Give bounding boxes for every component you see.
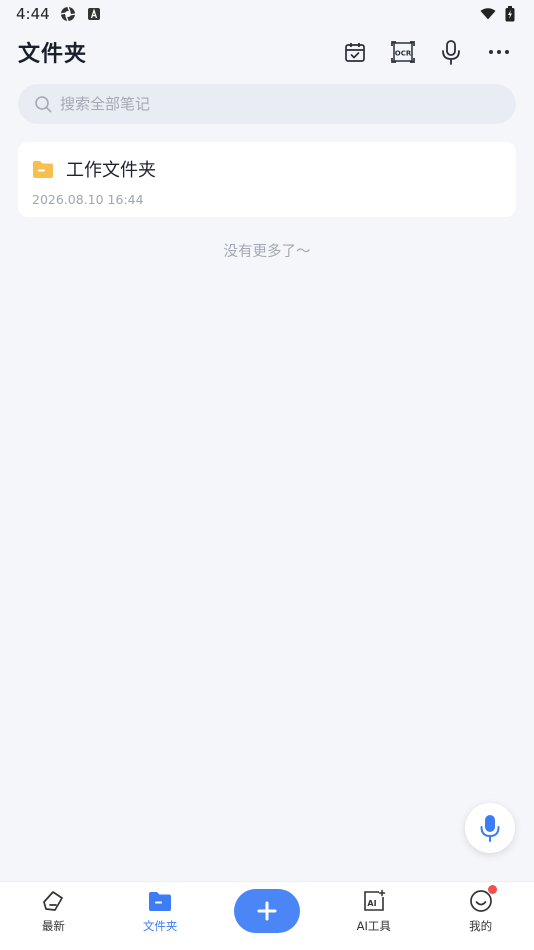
search-bar[interactable] (18, 84, 516, 124)
wifi-icon (480, 6, 496, 22)
calendar-button[interactable] (340, 37, 370, 67)
tag-icon (40, 888, 66, 914)
battery-icon (502, 6, 518, 22)
nav-folders[interactable]: 文件夹 (110, 888, 210, 934)
folder-icon (147, 888, 173, 914)
search-icon (35, 96, 52, 113)
folder-header: 工作文件夹 (32, 156, 502, 182)
ocr-button[interactable]: OCR (388, 37, 418, 67)
more-button[interactable] (484, 37, 514, 67)
voice-button[interactable] (436, 37, 466, 67)
notification-dot (487, 885, 497, 894)
svg-text:AI: AI (367, 899, 376, 908)
add-button[interactable] (233, 889, 300, 933)
nav-add[interactable] (217, 888, 317, 933)
status-time: 4:44 (16, 5, 50, 23)
microphone-icon (480, 815, 500, 842)
microphone-icon (442, 40, 460, 65)
nav-mine[interactable]: 我的 (431, 885, 531, 934)
svg-text:OCR: OCR (395, 50, 412, 58)
more-dots-icon (489, 50, 509, 54)
nav-recent[interactable]: 最新 (3, 888, 103, 934)
a-box-icon (86, 6, 102, 22)
nav-ai-tools-label: AI工具 (356, 919, 391, 933)
header-actions: OCR (340, 37, 516, 67)
ai-icon: AI (361, 888, 387, 914)
search-input[interactable] (60, 95, 500, 113)
bottom-nav: 最新 文件夹 AI AI工具 我的 (0, 881, 534, 950)
nav-recent-label: 最新 (41, 919, 65, 933)
calendar-icon (345, 43, 365, 62)
status-bar: 4:44 (0, 0, 534, 28)
folder-icon (33, 160, 53, 178)
page-title: 文件夹 (18, 42, 88, 67)
nav-folders-label: 文件夹 (142, 919, 178, 933)
smiley-icon (468, 885, 497, 914)
aperture-icon (60, 6, 76, 22)
ocr-icon: OCR (391, 41, 415, 63)
folder-card[interactable]: 工作文件夹 2026.08.10 16:44 (18, 142, 516, 217)
header: 文件夹 OCR (0, 30, 534, 74)
end-of-list-hint: 没有更多了～ (223, 244, 311, 260)
floating-voice-button[interactable] (465, 803, 515, 853)
nav-mine-label: 我的 (469, 919, 493, 933)
folder-date: 2026.08.10 16:44 (32, 192, 144, 207)
nav-ai-tools[interactable]: AI AI工具 (324, 888, 424, 934)
folder-name: 工作文件夹 (66, 160, 156, 181)
plus-icon (257, 901, 277, 921)
